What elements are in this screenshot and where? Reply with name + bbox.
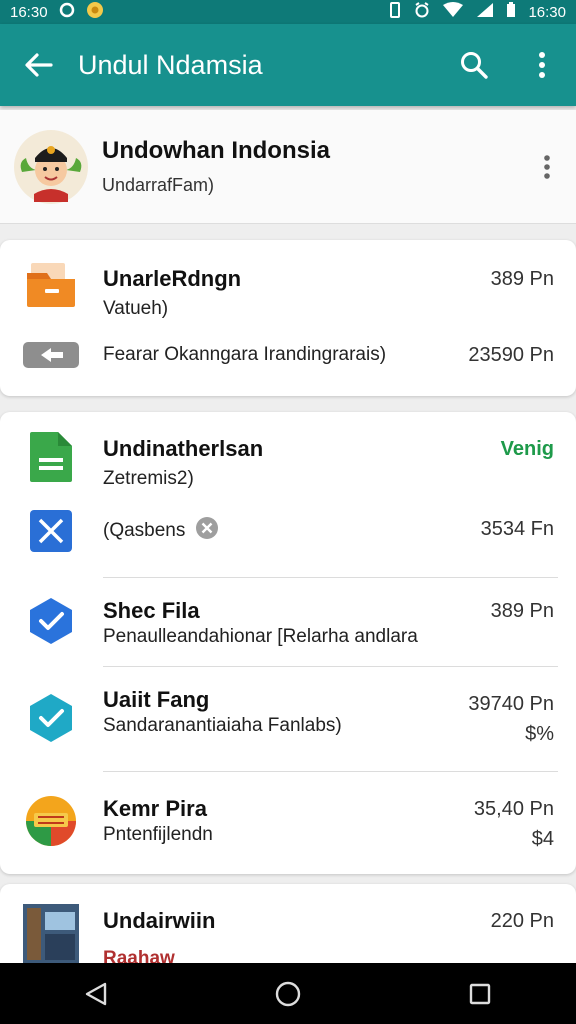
card-title: Undairwiin xyxy=(103,908,216,933)
item-amount-secondary: $% xyxy=(525,723,554,745)
chip-amount: 3534 Fn xyxy=(480,518,554,540)
transaction-card[interactable]: UnarleRdngn Vatueh) 389 Pn Fearar Okanng… xyxy=(0,240,576,396)
profile-more-button[interactable] xyxy=(532,154,562,180)
status-badge: Venig xyxy=(500,438,554,460)
nav-back-button[interactable] xyxy=(66,964,126,1024)
notification-icon xyxy=(58,2,76,22)
card-title: UnarleRdngn xyxy=(103,266,242,291)
battery-icon xyxy=(506,2,516,22)
list-item[interactable]: Kemr Pira Pntenfijlendn 35,40 Pn $4 xyxy=(0,772,576,872)
item-title: Uaiit Fang xyxy=(103,687,210,712)
clear-chip-icon[interactable] xyxy=(195,516,219,545)
triangle-back-icon xyxy=(85,982,107,1005)
alarm-icon xyxy=(414,2,430,22)
item-amount-secondary: $4 xyxy=(531,828,554,850)
app-bar: Undul Ndamsia xyxy=(0,24,576,106)
vibrate-icon xyxy=(388,2,402,22)
item-amount: 389 Pn xyxy=(490,600,554,622)
status-bar: 16:30 16:30 xyxy=(0,0,576,24)
item-subtitle: Pntenfijlendn xyxy=(103,824,213,845)
transaction-card[interactable]: Undairwiin Raahaw 220 Pn xyxy=(0,884,576,974)
card-amount: 389 Pn xyxy=(490,268,554,290)
check-circle-icon xyxy=(22,689,80,747)
card-title: Undinatherlsan xyxy=(103,436,264,461)
item-amount: 35,40 Pn xyxy=(473,798,554,820)
card-detail-amount: 23590 Pn xyxy=(468,344,554,366)
item-title: Shec Fila xyxy=(103,598,200,623)
close-box-icon xyxy=(22,502,80,560)
profile-subtitle: UndarrafFam) xyxy=(102,175,215,195)
chip-label: (Qasbens xyxy=(103,519,186,541)
profile-name: Undowhan Indonsia xyxy=(102,137,330,164)
item-amount: 39740 Pn xyxy=(468,693,554,715)
more-vertical-icon xyxy=(539,52,545,78)
card-subtitle: Zetremis2) xyxy=(103,468,194,489)
circle-home-icon xyxy=(275,981,301,1006)
item-title: Kemr Pira xyxy=(103,796,207,821)
back-button[interactable] xyxy=(0,52,78,78)
system-nav-bar xyxy=(0,963,576,1024)
nav-recents-button[interactable] xyxy=(450,964,510,1024)
list-item[interactable]: Shec Fila Penaulleandahionar [Relarha an… xyxy=(0,578,576,666)
search-icon xyxy=(461,52,488,79)
folder-icon xyxy=(22,256,80,314)
item-subtitle: Sandaranantiaiaha Fanlabs) xyxy=(103,715,342,736)
search-button[interactable] xyxy=(440,50,508,80)
more-vertical-icon xyxy=(544,154,550,179)
signal-icon xyxy=(476,2,494,22)
card-payment-icon xyxy=(22,326,80,384)
check-shield-icon xyxy=(22,592,80,650)
status-time-right: 16:30 xyxy=(528,3,566,21)
nav-home-button[interactable] xyxy=(258,964,318,1024)
app-notification-icon xyxy=(86,1,104,23)
merchant-badge-icon xyxy=(22,792,80,850)
profile-header[interactable]: Undowhan Indonsia UndarrafFam) xyxy=(0,110,576,224)
card-subtitle: Vatueh) xyxy=(103,298,169,319)
page-title: Undul Ndamsia xyxy=(78,49,263,80)
item-subtitle: Penaulleandahionar [Relarha andlara xyxy=(103,626,418,647)
square-recents-icon xyxy=(469,983,491,1004)
overflow-menu-button[interactable] xyxy=(508,51,576,79)
document-icon xyxy=(22,428,80,486)
list-item[interactable]: Uaiit Fang Sandaranantiaiaha Fanlabs) 39… xyxy=(0,667,576,771)
filter-chip[interactable]: (Qasbens xyxy=(103,516,219,545)
account-card[interactable]: Undinatherlsan Zetremis2) Venig (Qasbens… xyxy=(0,412,576,874)
status-time-left: 16:30 xyxy=(10,3,48,21)
wifi-icon xyxy=(442,2,464,22)
card-detail: Fearar Okanngara Irandingrarais) xyxy=(103,344,387,365)
card-amount: 220 Pn xyxy=(490,910,554,932)
arrow-left-icon xyxy=(25,53,53,77)
avatar xyxy=(14,129,88,204)
thumbnail-image xyxy=(22,904,80,964)
